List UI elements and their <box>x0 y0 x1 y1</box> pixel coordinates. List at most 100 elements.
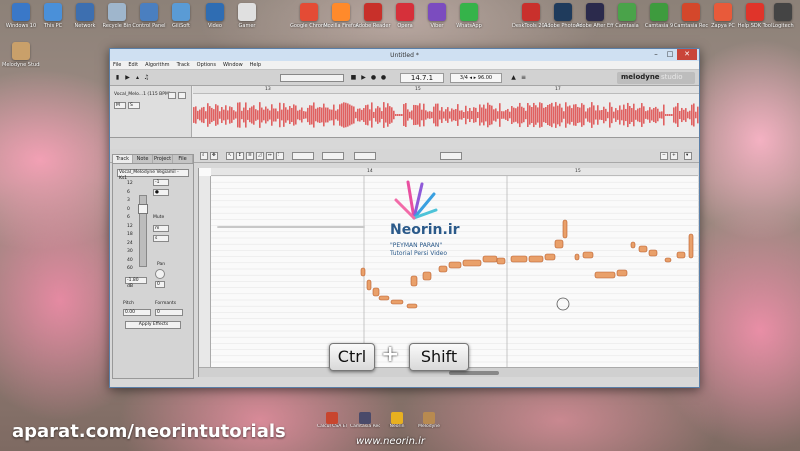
apply-effects-button[interactable]: Apply Effects <box>125 321 181 329</box>
loop-icon[interactable]: ● <box>380 74 387 81</box>
track-option-button[interactable] <box>178 92 186 99</box>
desktop-icon[interactable]: GiliSoft <box>162 3 200 29</box>
close-icon[interactable]: ✕ <box>677 49 697 60</box>
formant-tool-icon[interactable]: ≋ <box>246 152 254 160</box>
menu-window[interactable]: Window <box>223 62 243 68</box>
track-solo-button[interactable]: S <box>128 102 140 109</box>
mute-button[interactable]: m <box>153 225 169 232</box>
note-blob[interactable] <box>390 299 404 305</box>
menu-options[interactable]: Options <box>197 62 216 68</box>
note-blob[interactable] <box>406 303 418 309</box>
main-tool-icon[interactable]: ↖ <box>226 152 234 160</box>
maximize-icon[interactable]: □ <box>663 49 677 60</box>
note-blob[interactable] <box>438 265 448 273</box>
gain-value-field[interactable]: -1.80 dB <box>125 277 147 289</box>
position-slider[interactable] <box>280 74 344 82</box>
note-blob[interactable] <box>676 251 686 259</box>
menu-help[interactable]: Help <box>250 62 261 68</box>
correct-pitch-button[interactable] <box>292 152 314 160</box>
note-blob[interactable] <box>562 219 568 239</box>
tab-note[interactable]: Note <box>133 155 153 163</box>
desktop-icon[interactable]: Gamer <box>228 3 266 29</box>
timing-tool-icon[interactable]: ↔ <box>266 152 274 160</box>
note-blob[interactable] <box>510 255 528 263</box>
gain-value-box[interactable]: -1 <box>153 179 169 186</box>
pitch-edit-tool-icon[interactable]: ↕ <box>236 152 244 160</box>
note-blob[interactable] <box>638 245 648 253</box>
scale-button[interactable] <box>354 152 376 160</box>
scroll-icon[interactable]: ✥ <box>210 152 218 160</box>
note-blob[interactable] <box>688 233 694 259</box>
note-blob[interactable] <box>544 253 556 261</box>
record-icon[interactable]: ● <box>370 74 377 81</box>
title-bar[interactable]: Untitled * – □ ✕ <box>110 49 699 61</box>
note-blob[interactable] <box>448 261 462 269</box>
taskbar-item[interactable]: Camtasia Rec <box>350 412 380 429</box>
toggle-inspector-icon[interactable]: ▮ <box>114 74 121 81</box>
metronome-icon[interactable]: ▲ <box>510 74 517 81</box>
arrangement-track[interactable]: Vocal_Melo...1 (115 BPM) M S 13 15 17 <box>110 86 699 138</box>
pan-knob[interactable] <box>155 269 165 279</box>
play-icon[interactable]: ▶ <box>360 74 367 81</box>
note-blob[interactable] <box>372 287 380 297</box>
note-blob[interactable] <box>630 241 636 249</box>
rewind-icon[interactable]: ■ <box>350 74 357 81</box>
note-blob[interactable] <box>366 279 372 291</box>
note-grid[interactable] <box>211 176 699 367</box>
taskbar-item[interactable]: Calcul CSA Element B1 <box>317 412 347 429</box>
audio-waveform[interactable] <box>193 95 699 135</box>
gain-fader-track[interactable] <box>138 195 148 267</box>
desktop-icon[interactable]: Logitech <box>764 3 800 29</box>
note-blob[interactable] <box>422 271 432 281</box>
note-blob[interactable] <box>554 239 564 249</box>
quantize-button[interactable] <box>322 152 344 160</box>
note-blob[interactable] <box>648 249 658 257</box>
taskbar-item[interactable]: Neorin <box>382 412 412 429</box>
note-blob[interactable] <box>664 257 672 263</box>
note-blob[interactable] <box>482 255 498 263</box>
note-blob[interactable] <box>574 253 580 261</box>
select-tool-icon[interactable]: ▶ <box>124 74 131 81</box>
taskbar-item[interactable]: Melodyne <box>414 412 444 429</box>
minimize-icon[interactable]: – <box>649 49 663 60</box>
note-blob[interactable] <box>462 259 482 267</box>
note-blob[interactable] <box>528 255 544 263</box>
note-blob[interactable] <box>378 295 390 301</box>
formants-value-field[interactable]: 0 <box>155 309 183 316</box>
record-enable-button[interactable]: ● <box>153 189 169 196</box>
separation-tool-icon[interactable]: ⫶ <box>276 152 284 160</box>
menu-algorithm[interactable]: Algorithm <box>145 62 170 68</box>
note-blob[interactable] <box>582 251 594 259</box>
track-option-button[interactable] <box>168 92 176 99</box>
note-blob[interactable] <box>594 271 616 279</box>
arrangement-ruler[interactable]: 13 15 17 <box>193 86 699 94</box>
amplitude-tool-icon[interactable]: ◿ <box>256 152 264 160</box>
zoom-out-icon[interactable]: − <box>660 152 668 160</box>
tab-file[interactable]: File <box>173 155 193 163</box>
note-blob[interactable] <box>360 267 366 277</box>
pan-value[interactable]: 0 <box>155 281 165 288</box>
solo-button[interactable]: s <box>153 235 169 242</box>
pitch-ruler[interactable] <box>199 176 211 367</box>
tab-project[interactable]: Project <box>153 155 173 163</box>
note-blob[interactable] <box>410 275 418 287</box>
snap-button[interactable] <box>440 152 462 160</box>
scroll-handle[interactable] <box>449 371 499 375</box>
pitch-value-field[interactable]: 0.00 <box>123 309 151 316</box>
note-blob[interactable] <box>616 269 628 277</box>
note-blob[interactable] <box>217 226 365 228</box>
tab-track[interactable]: Track <box>113 155 133 163</box>
zoom-in-icon[interactable]: + <box>670 152 678 160</box>
pitch-tool-icon[interactable]: ▴ <box>134 74 141 81</box>
editor-ruler[interactable]: 14 15 <box>211 168 698 176</box>
gain-fader-handle[interactable] <box>138 204 148 214</box>
menu-track[interactable]: Track <box>177 62 190 68</box>
solo-icon[interactable]: ≡ <box>520 74 527 81</box>
desktop-icon[interactable]: WhatsApp <box>450 3 488 29</box>
menu-edit[interactable]: Edit <box>128 62 138 68</box>
editor-menu-icon[interactable]: ▾ <box>684 152 692 160</box>
notes-tool-icon[interactable]: ♫ <box>143 74 150 81</box>
meter-tempo-display[interactable]: 3/4 ◂ ▸ 96.00 <box>450 73 502 83</box>
zoom-icon[interactable]: ⌕ <box>200 152 208 160</box>
track-header[interactable]: Vocal_Melo...1 (115 BPM) M S <box>110 86 192 137</box>
